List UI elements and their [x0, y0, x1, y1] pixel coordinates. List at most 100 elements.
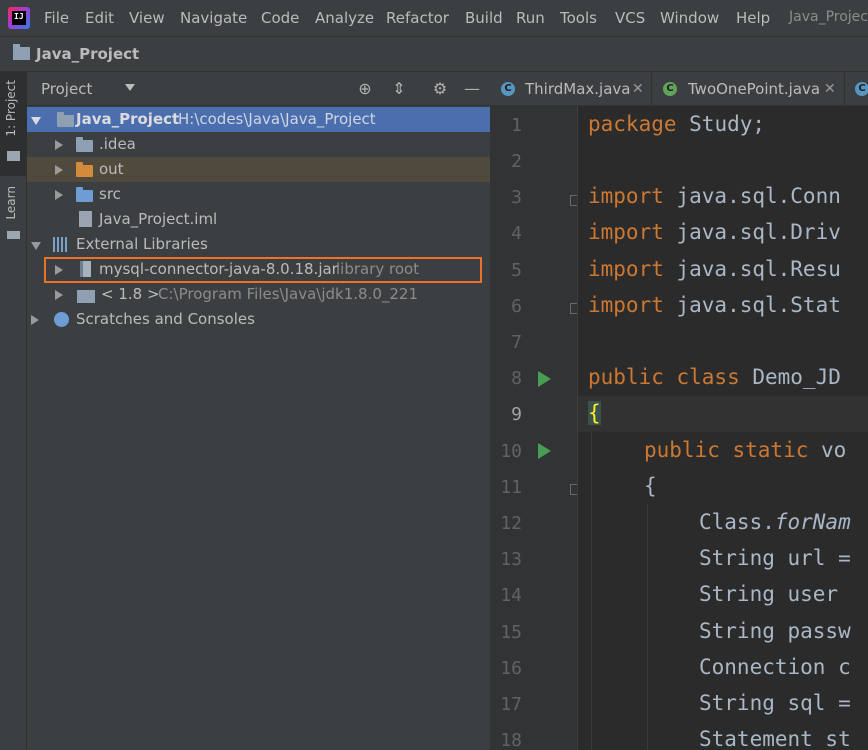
java-class-icon: C	[501, 82, 515, 96]
expand-arrow-icon[interactable]	[55, 190, 63, 200]
project-root-name: Java_Project	[76, 110, 180, 128]
code-line: Connection c	[699, 655, 851, 679]
line-number: 4	[511, 223, 522, 244]
menu-help[interactable]: Help	[736, 9, 770, 27]
code-line: Class.forNam	[699, 510, 851, 534]
tree-node-mysql-jar[interactable]: mysql-connector-java-8.0.18.jar library …	[27, 257, 490, 282]
code-text: java.sql.Resu	[663, 257, 841, 281]
tree-label: .idea	[99, 135, 136, 153]
close-icon[interactable]: ✕	[824, 72, 836, 105]
tab-thirdmax[interactable]: C ThirdMax.java ✕	[490, 72, 652, 105]
code-editor[interactable]: package Study; import java.sql.Conn impo…	[578, 106, 868, 750]
line-number: 16	[500, 658, 522, 679]
menu-refactor[interactable]: Refactor	[386, 9, 449, 27]
run-main-icon[interactable]	[538, 443, 551, 459]
code-keyword: import	[588, 293, 664, 317]
code-line: package Study;	[588, 112, 765, 136]
navigation-bar: Java_Project	[0, 36, 868, 72]
project-folder-icon	[57, 112, 74, 127]
matched-brace: {	[588, 401, 601, 425]
jar-icon	[80, 261, 91, 277]
fold-marker-icon[interactable]	[570, 303, 577, 314]
menu-file[interactable]: File	[44, 9, 69, 27]
close-icon[interactable]: ✕	[632, 72, 644, 105]
code-text: java.sql.Stat	[663, 293, 841, 317]
learn-tool-tab[interactable]: Learn	[0, 182, 27, 246]
expand-arrow-icon[interactable]	[55, 265, 63, 275]
code-line: String passw	[699, 619, 851, 643]
jdk-icon	[77, 290, 95, 303]
tree-node-iml[interactable]: Java_Project.iml	[27, 207, 490, 232]
line-number: 6	[511, 296, 522, 317]
line-number: 1	[511, 115, 522, 136]
project-tool-tab[interactable]: 1: Project	[0, 72, 27, 176]
breadcrumb-project[interactable]: Java_Project	[36, 45, 139, 63]
run-class-icon[interactable]	[538, 371, 551, 387]
tab-twoonepoint[interactable]: C TwoOnePoint.java ✕	[652, 72, 845, 105]
line-number: 13	[500, 549, 522, 570]
line-number: 9	[511, 404, 522, 425]
menu-navigate[interactable]: Navigate	[180, 9, 247, 27]
code-keyword: import	[588, 257, 664, 281]
chevron-down-icon[interactable]	[125, 84, 135, 91]
excluded-folder-icon	[76, 162, 93, 177]
gear-icon[interactable]: ⚙	[430, 79, 450, 99]
tree-label: src	[99, 185, 121, 203]
expand-arrow-icon[interactable]	[55, 140, 63, 150]
code-keyword: package	[588, 112, 677, 136]
tab-overflow[interactable]: C	[845, 72, 868, 105]
tree-node-src[interactable]: src	[27, 182, 490, 207]
project-view-selector[interactable]: Project	[41, 80, 92, 98]
code-method: forNam	[774, 510, 851, 534]
tree-node-jdk[interactable]: < 1.8 > C:\Program Files\Java\jdk1.8.0_2…	[27, 282, 490, 307]
collapse-all-icon[interactable]: ⇕	[389, 79, 409, 99]
menu-view[interactable]: View	[129, 9, 165, 27]
menu-build[interactable]: Build	[465, 9, 503, 27]
code-line: import java.sql.Conn	[588, 184, 841, 208]
line-number: 12	[500, 513, 522, 534]
menu-analyze[interactable]: Analyze	[315, 9, 374, 27]
code-line: public class Demo_JD	[588, 365, 841, 389]
code-line: String url =	[699, 546, 851, 570]
code-keyword: import	[588, 184, 664, 208]
line-number: 11	[500, 477, 522, 498]
expand-arrow-icon[interactable]	[31, 242, 41, 250]
folder-icon	[76, 137, 93, 152]
module-file-icon	[79, 211, 92, 227]
tree-node-scratches[interactable]: Scratches and Consoles	[27, 307, 490, 332]
fold-marker-icon[interactable]	[570, 484, 577, 495]
tree-node-external-libraries[interactable]: External Libraries	[27, 232, 490, 257]
editor-tab-bar: C ThirdMax.java ✕ C TwoOnePoint.java ✕ C	[490, 72, 868, 106]
code-keyword: public class	[588, 365, 740, 389]
menu-edit[interactable]: Edit	[85, 9, 114, 27]
menu-run[interactable]: Run	[516, 9, 545, 27]
line-number: 3	[511, 187, 522, 208]
indent-guide	[591, 432, 592, 750]
menu-vcs[interactable]: VCS	[615, 9, 645, 27]
expand-arrow-icon[interactable]	[31, 117, 41, 125]
window-title: Java_Projec	[789, 9, 868, 25]
folder-icon	[7, 151, 20, 161]
hide-panel-icon[interactable]: —	[462, 79, 482, 99]
tree-node-out[interactable]: out	[27, 157, 490, 182]
code-keyword: public static	[644, 438, 809, 462]
current-line-highlight	[578, 396, 868, 432]
tree-node-project-root[interactable]: Java_Project H:\codes\Java\Java_Project	[27, 107, 490, 132]
fold-marker-icon[interactable]	[570, 195, 577, 206]
code-text: java.sql.Driv	[663, 220, 841, 244]
source-folder-icon	[76, 187, 93, 202]
expand-arrow-icon[interactable]	[55, 290, 63, 300]
locate-target-icon[interactable]: ⊕	[355, 79, 375, 99]
tree-node-idea[interactable]: .idea	[27, 132, 490, 157]
menu-window[interactable]: Window	[660, 9, 719, 27]
menu-code[interactable]: Code	[261, 9, 299, 27]
code-line: String sql =	[699, 691, 851, 715]
line-number: 14	[500, 585, 522, 606]
expand-arrow-icon[interactable]	[55, 165, 63, 175]
expand-arrow-icon[interactable]	[31, 315, 39, 325]
code-text: Class.	[699, 510, 775, 534]
scratches-icon	[54, 312, 69, 327]
code-line: public static vo	[644, 438, 846, 462]
line-number: 8	[511, 368, 522, 389]
menu-tools[interactable]: Tools	[560, 9, 597, 27]
